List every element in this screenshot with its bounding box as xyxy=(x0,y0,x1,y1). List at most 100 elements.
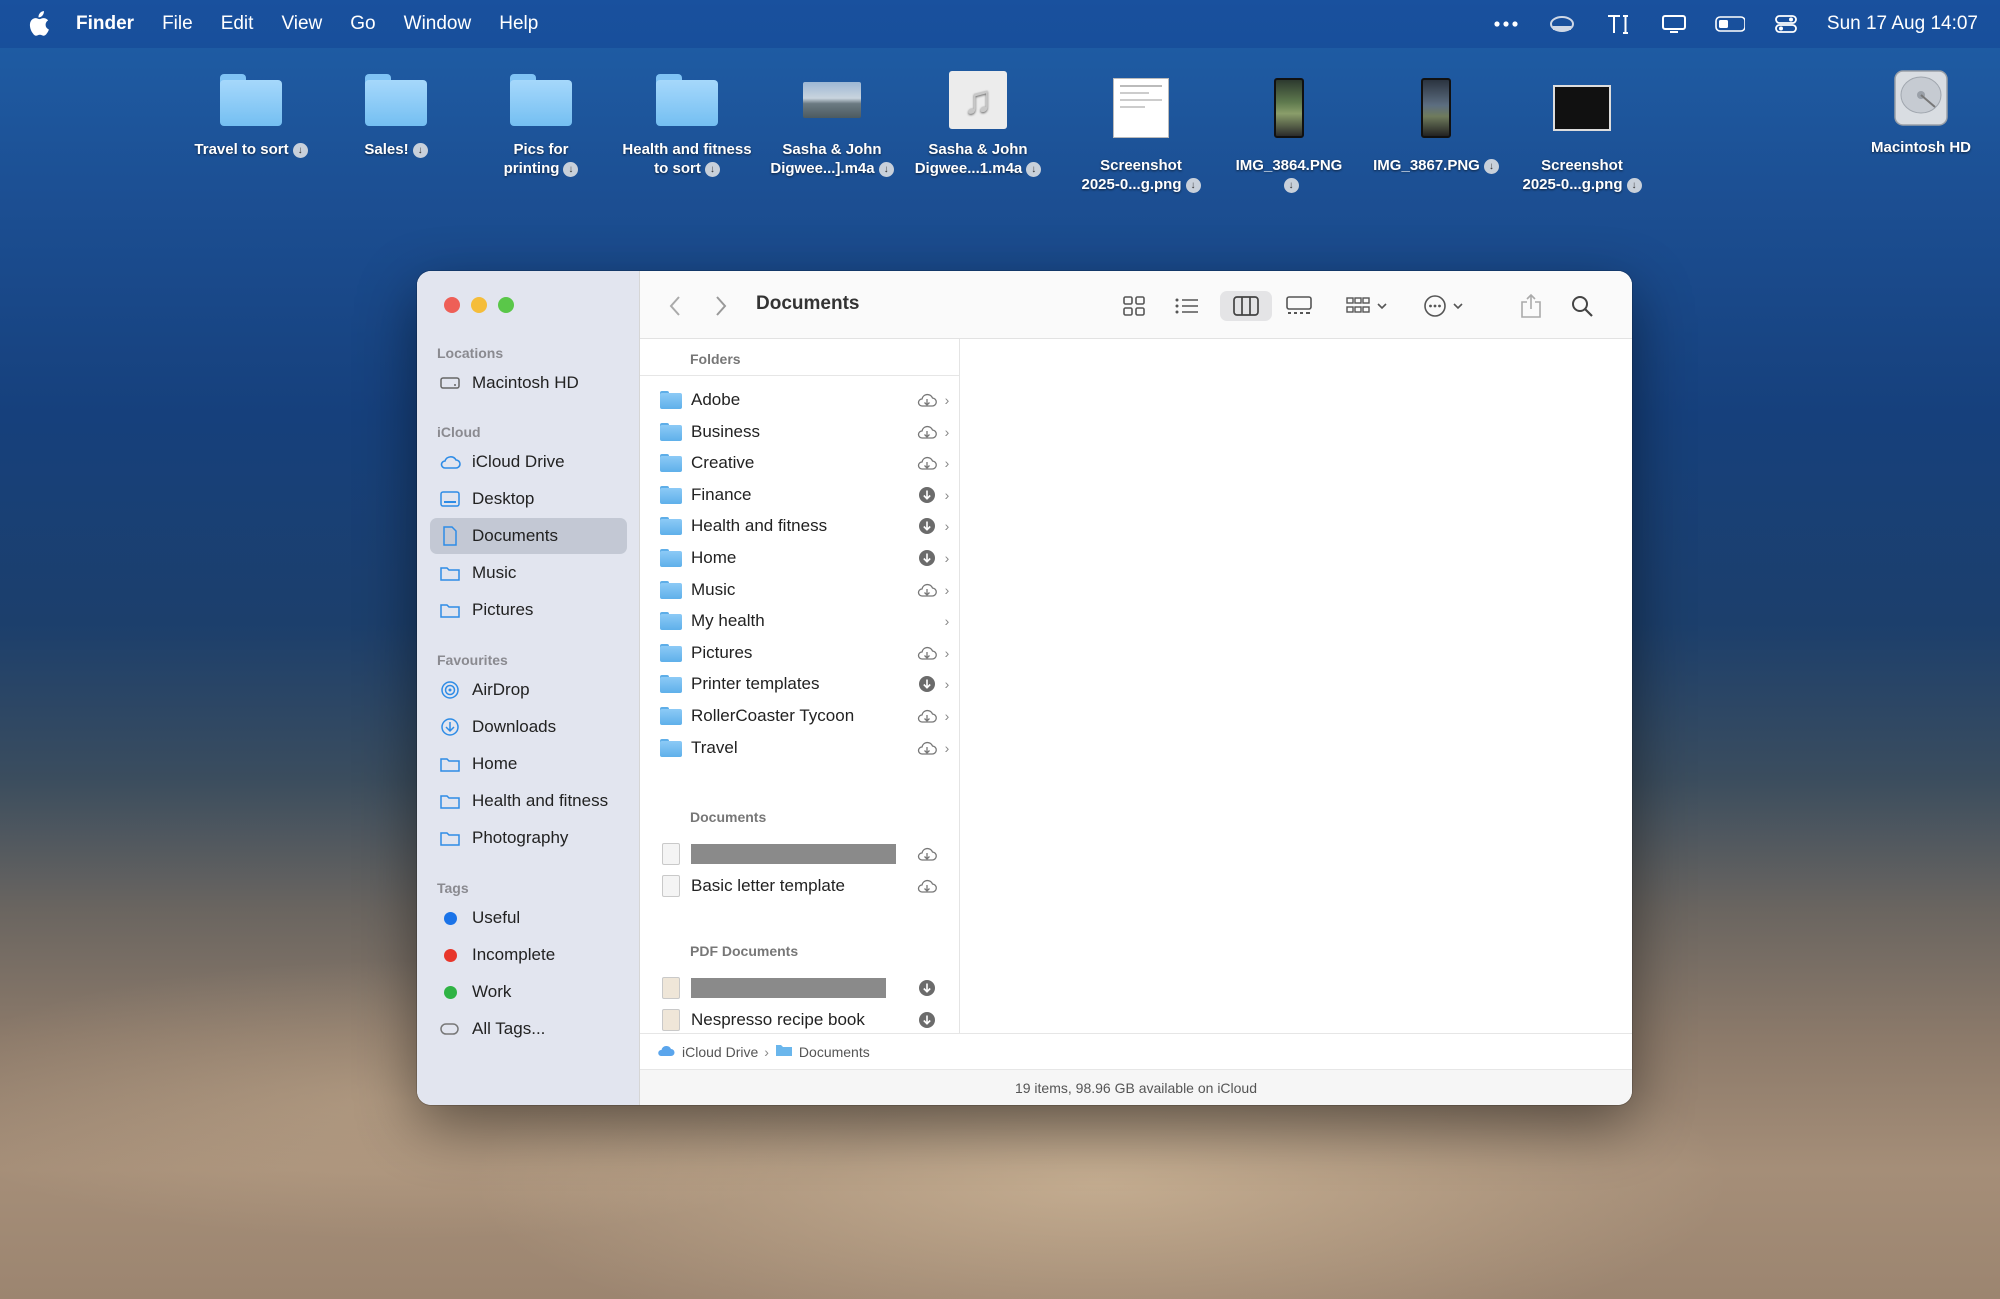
download-icon[interactable] xyxy=(915,976,939,1000)
sidebar-tag-all-tags[interactable]: All Tags... xyxy=(430,1011,627,1047)
chevron-right-icon: › xyxy=(944,455,950,472)
cloud-sync-icon[interactable] xyxy=(1547,12,1577,36)
desktop-item[interactable]: IMG_3864.PNG ↓ xyxy=(1214,60,1364,194)
desktop-item[interactable]: Screenshot 2025-0...g.png ↓ xyxy=(1066,60,1216,194)
icloud-download-icon[interactable] xyxy=(915,451,939,475)
chevron-right-icon: › xyxy=(944,613,950,630)
folder-row[interactable]: Health and fitness › xyxy=(660,511,955,541)
desktop-item[interactable]: Pics for printing ↓ xyxy=(466,60,616,178)
folder-row[interactable]: Business › xyxy=(660,417,955,447)
icloud-download-icon[interactable] xyxy=(915,704,939,728)
sidebar-item-downloads[interactable]: Downloads xyxy=(430,709,627,745)
share-button[interactable] xyxy=(1516,291,1546,321)
search-button[interactable] xyxy=(1565,291,1599,321)
path-item-documents[interactable]: Documents xyxy=(799,1044,870,1060)
document-thumbnail-icon xyxy=(1066,60,1216,156)
sidebar-item-macintosh-hd[interactable]: Macintosh HD xyxy=(430,365,627,401)
chevron-right-icon: › xyxy=(944,550,950,566)
sidebar-item-pictures[interactable]: Pictures xyxy=(430,592,627,628)
minimize-button[interactable] xyxy=(471,297,487,313)
zoom-button[interactable] xyxy=(498,297,514,313)
text-cursor-icon[interactable] xyxy=(1603,12,1633,36)
desktop-item[interactable]: Sasha & John Digwee...].m4a ↓ xyxy=(757,60,907,178)
list-view-button[interactable] xyxy=(1170,291,1204,321)
group-by-button[interactable] xyxy=(1342,291,1394,321)
icloud-download-icon[interactable] xyxy=(915,842,939,866)
sidebar-item-home[interactable]: Home xyxy=(430,746,627,782)
section-header-documents: Documents xyxy=(690,809,767,825)
folder-row[interactable]: My health › xyxy=(660,606,955,636)
sidebar-item-photography[interactable]: Photography xyxy=(430,820,627,856)
icloud-download-icon[interactable] xyxy=(915,420,939,444)
desktop-item[interactable]: IMG_3867.PNG ↓ xyxy=(1361,60,1511,175)
download-icon[interactable] xyxy=(915,1008,939,1032)
menu-edit[interactable]: Edit xyxy=(221,13,254,35)
folder-row[interactable]: Finance › xyxy=(660,480,955,510)
forward-button[interactable] xyxy=(706,291,736,321)
download-icon[interactable] xyxy=(915,483,939,507)
column-view-button[interactable] xyxy=(1220,291,1272,321)
sidebar-item-icloud-drive[interactable]: iCloud Drive xyxy=(430,444,627,480)
folder-name: Printer templates xyxy=(691,674,820,694)
gallery-view-button[interactable] xyxy=(1282,291,1316,321)
folder-name: Finance xyxy=(691,484,752,504)
menu-file[interactable]: File xyxy=(162,13,193,35)
sidebar-item-desktop[interactable]: Desktop xyxy=(430,481,627,517)
document-name: Basic letter template xyxy=(691,876,846,895)
desktop-item[interactable]: Screenshot 2025-0...g.png ↓ xyxy=(1507,60,1657,194)
desktop-item[interactable]: Sales! ↓ xyxy=(321,60,471,159)
battery-icon[interactable] xyxy=(1715,12,1745,36)
icloud-download-icon[interactable] xyxy=(915,874,939,898)
sidebar-item-health-and-fitness[interactable]: Health and fitness xyxy=(430,783,627,819)
control-center-icon[interactable] xyxy=(1771,12,1801,36)
icon-view-button[interactable] xyxy=(1117,291,1151,321)
action-menu-button[interactable] xyxy=(1420,291,1472,321)
folder-row[interactable]: Printer templates › xyxy=(660,669,955,699)
display-icon[interactable] xyxy=(1659,12,1689,36)
menu-go[interactable]: Go xyxy=(350,13,375,35)
folder-icon xyxy=(660,422,682,441)
sidebar-tag-useful[interactable]: Useful xyxy=(430,900,627,936)
pdf-row[interactable]: Nespresso recipe book xyxy=(660,1005,955,1033)
folder-icon xyxy=(438,561,462,585)
icloud-download-icon[interactable] xyxy=(915,578,939,602)
folder-row[interactable]: Pictures › xyxy=(660,638,955,668)
sidebar-item-music[interactable]: Music xyxy=(430,555,627,591)
back-button[interactable] xyxy=(660,291,690,321)
folder-row[interactable]: Travel › xyxy=(660,733,955,763)
sidebar-tag-incomplete[interactable]: Incomplete xyxy=(430,937,627,973)
more-icon[interactable] xyxy=(1491,12,1521,36)
menu-window[interactable]: Window xyxy=(404,13,472,35)
download-icon[interactable] xyxy=(915,546,939,570)
apple-menu-icon[interactable] xyxy=(24,10,52,38)
download-icon[interactable] xyxy=(915,514,939,538)
menu-view[interactable]: View xyxy=(281,13,322,35)
desktop-item[interactable]: Health and fitness to sort ↓ xyxy=(612,60,762,178)
folder-row[interactable]: RollerCoaster Tycoon › xyxy=(660,701,955,731)
folder-row[interactable]: Creative › xyxy=(660,448,955,478)
desktop-item[interactable]: Travel to sort ↓ xyxy=(176,60,326,159)
sidebar-tag-work[interactable]: Work xyxy=(430,974,627,1010)
folder-row[interactable]: Adobe › xyxy=(660,385,955,415)
pdf-row[interactable] xyxy=(660,973,955,1003)
sidebar-item-airdrop[interactable]: AirDrop xyxy=(430,672,627,708)
menu-help[interactable]: Help xyxy=(499,13,538,35)
music-note-icon: ♫ xyxy=(903,60,1053,140)
path-item-icloud-drive[interactable]: iCloud Drive xyxy=(682,1044,758,1060)
download-icon[interactable] xyxy=(915,672,939,696)
desktop-item[interactable]: ♫ Sasha & John Digwee...1.m4a ↓ xyxy=(903,60,1053,178)
status-placeholder[interactable] xyxy=(915,609,939,633)
menubar-clock[interactable]: Sun 17 Aug 14:07 xyxy=(1827,13,1978,35)
folder-row[interactable]: Home › xyxy=(660,543,955,573)
menu-app-name[interactable]: Finder xyxy=(76,13,134,35)
redacted-name xyxy=(691,844,915,864)
icloud-download-icon[interactable] xyxy=(915,388,939,412)
document-row[interactable]: Basic letter template xyxy=(660,871,955,901)
close-button[interactable] xyxy=(444,297,460,313)
folder-row[interactable]: Music › xyxy=(660,575,955,605)
document-row[interactable] xyxy=(660,839,955,869)
icloud-download-icon[interactable] xyxy=(915,641,939,665)
icloud-download-icon[interactable] xyxy=(915,736,939,760)
sidebar-item-documents[interactable]: Documents xyxy=(430,518,627,554)
desktop-drive[interactable]: Macintosh HD xyxy=(1846,58,1996,157)
